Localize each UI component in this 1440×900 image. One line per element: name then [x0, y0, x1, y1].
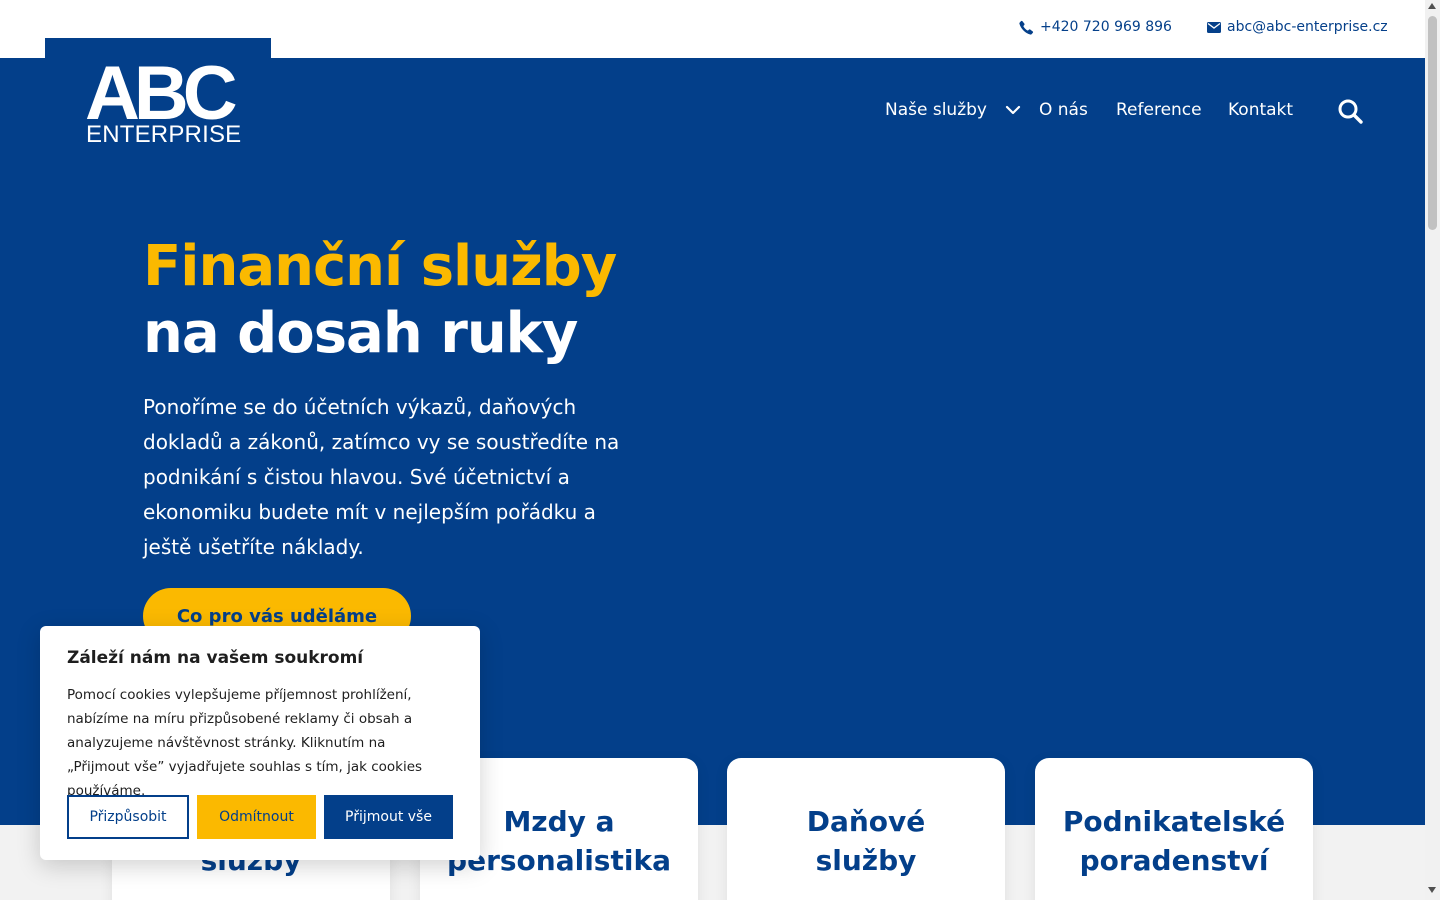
phone-number: +420 720 969 896	[1040, 19, 1172, 35]
nav-item-contact-label: Kontakt	[1228, 100, 1294, 120]
scroll-down-arrow-icon[interactable]	[1428, 887, 1436, 893]
cookie-reject-button[interactable]: Odmítnout	[197, 795, 316, 839]
hero-title: na dosah ruky	[143, 301, 578, 366]
cookie-accept-button[interactable]: Přijmout vše	[324, 795, 453, 839]
service-card-title: Daňové služby	[806, 805, 926, 877]
envelope-icon	[1207, 21, 1221, 33]
nav-item-about-label: O nás	[1039, 100, 1088, 120]
chevron-down-icon	[1005, 105, 1021, 115]
nav-item-references[interactable]: Reference	[1116, 100, 1202, 120]
email-address: abc@abc-enterprise.cz	[1227, 19, 1388, 35]
service-card-consulting[interactable]: Podnikatelské poradenství	[1035, 758, 1313, 900]
hero-description: Ponoříme se do účetních výkazů, daňových…	[143, 395, 620, 559]
cookie-banner-title: Záleží nám na vašem soukromí	[67, 648, 364, 668]
cookie-banner: Záleží nám na vašem soukromí Pomocí cook…	[40, 626, 480, 860]
nav-item-contact[interactable]: Kontakt	[1228, 100, 1293, 120]
cookie-banner-text: Pomocí cookies vylepšujeme příjemnost pr…	[67, 687, 423, 799]
scroll-up-arrow-icon[interactable]	[1428, 3, 1436, 9]
scrollbar-thumb[interactable]	[1428, 16, 1437, 230]
nav-item-services-label: Naše služby	[885, 100, 987, 120]
logo-enterprise: ENTERPRISE	[86, 121, 242, 148]
email-link[interactable]: abc@abc-enterprise.cz	[1207, 19, 1388, 35]
nav-item-services[interactable]: Naše služby	[885, 100, 1021, 120]
phone-icon	[1019, 20, 1034, 35]
service-card-title: Podnikatelské poradenství	[1062, 805, 1286, 877]
nav-item-about[interactable]: O nás	[1039, 100, 1088, 120]
phone-link[interactable]: +420 720 969 896	[1019, 19, 1172, 35]
hero-title-highlight: Finanční služby	[143, 234, 617, 299]
cookie-customize-button[interactable]: Přizpůsobit	[67, 795, 189, 839]
nav-item-references-label: Reference	[1116, 100, 1202, 120]
page-scrollbar[interactable]	[1425, 0, 1440, 900]
search-icon	[1338, 99, 1363, 124]
service-card-tax[interactable]: Daňové služby	[727, 758, 1005, 900]
search-button[interactable]	[1336, 97, 1364, 125]
